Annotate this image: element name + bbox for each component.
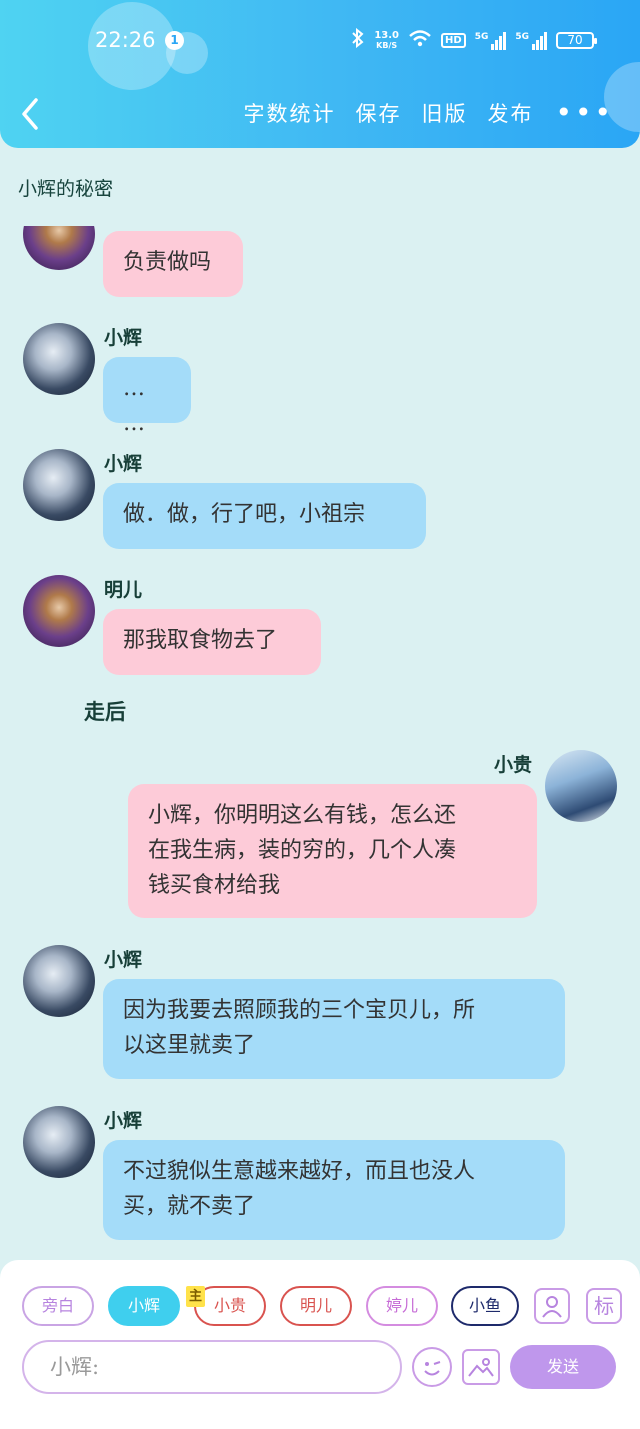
notification-badge: 1 [165, 31, 184, 50]
bluetooth-icon [351, 27, 365, 53]
sim2-label: 5G [515, 31, 529, 42]
back-button[interactable] [18, 96, 54, 132]
person-icon[interactable] [534, 1288, 570, 1324]
old-version-button[interactable]: 旧版 [421, 98, 467, 128]
message-bubble[interactable]: 负责做吗 [103, 231, 243, 297]
status-icons: 13.0 KB/S HD 5G 5G 70 [351, 27, 597, 53]
sim1-label: 5G [474, 31, 489, 42]
nav-actions: 字数统计 保存 旧版 发布 ••• [243, 98, 614, 128]
signal-icon: 5G [515, 31, 547, 50]
word-count-button[interactable]: 字数统计 [243, 98, 335, 128]
net-speed-value: 13.0 [374, 29, 400, 41]
avatar-xiaohui[interactable] [23, 945, 95, 1017]
speaker-name: 明儿 [104, 579, 143, 601]
character-chip-xiaohui[interactable]: 小辉 [108, 1286, 180, 1326]
status-bar: 22:26 1 13.0 KB/S HD 5G 5G 70 [0, 22, 640, 62]
message-line: 在我生病，装的穷的，几个人凑 [148, 838, 457, 863]
character-chip-tinger[interactable]: 婷儿 [366, 1286, 438, 1326]
speaker-name: 小辉 [104, 949, 143, 971]
save-button[interactable]: 保存 [355, 98, 401, 128]
message-line: 买，就不卖了 [123, 1194, 256, 1219]
avatar-xiaohui[interactable] [23, 1106, 95, 1178]
message-bubble[interactable]: 不过貌似生意越来越好，而且也没人 买，就不卖了 [103, 1140, 565, 1240]
message-bubble[interactable]: 做．做，行了吧，小祖宗 [103, 483, 426, 549]
network-speed: 13.0 KB/S [374, 29, 400, 51]
avatar-ming[interactable] [23, 575, 95, 647]
top-nav: 字数统计 保存 旧版 发布 ••• [0, 88, 640, 140]
app-header: 22:26 1 13.0 KB/S HD 5G 5G 70 字数统计 保存 旧版… [0, 0, 640, 148]
message-bubble[interactable]: 小辉，你明明这么有钱，怎么还 在我生病，装的穷的，几个人凑 钱买食材给我 [128, 784, 537, 918]
speaker-name: 小辉 [104, 327, 143, 349]
message-bubble[interactable]: … … [103, 357, 191, 436]
signal-icon: 5G [474, 31, 507, 50]
avatar-xiaohui[interactable] [23, 323, 95, 395]
message-line: 钱买食材给我 [148, 873, 281, 898]
wifi-icon [408, 29, 432, 52]
message-bubble[interactable]: 那我取食物去了 [103, 609, 321, 675]
message-line: 小辉，你明明这么有钱，怎么还 [148, 803, 457, 828]
message-bubble[interactable]: 因为我要去照顾我的三个宝贝儿，所 以这里就卖了 [103, 979, 565, 1079]
speaker-name: 小辉 [104, 453, 143, 475]
avatar-xiaohui[interactable] [23, 449, 95, 521]
message-line: 因为我要去照顾我的三个宝贝儿，所 [123, 998, 476, 1023]
send-button[interactable]: 发送 [510, 1345, 616, 1389]
owner-badge: 主 [186, 1286, 205, 1307]
chevron-left-icon [22, 98, 38, 130]
narration-text[interactable]: 走后 [84, 696, 126, 726]
emoji-icon[interactable] [412, 1347, 452, 1387]
publish-button[interactable]: 发布 [487, 98, 533, 128]
net-speed-unit: KB/S [376, 40, 398, 50]
more-icon[interactable]: ••• [555, 99, 614, 127]
story-title-overlay: 小辉的秘密 [18, 178, 114, 200]
speaker-name: 小辉 [104, 1110, 143, 1132]
clock: 22:26 [95, 28, 156, 52]
character-chip-xiaoyu[interactable]: 小鱼 [451, 1286, 519, 1326]
tag-icon[interactable]: 标 [586, 1288, 622, 1324]
image-icon[interactable] [462, 1349, 500, 1385]
message-line: 以这里就卖了 [123, 1033, 256, 1058]
hd-indicator: HD [441, 33, 466, 48]
message-input[interactable]: 小辉: [22, 1340, 402, 1394]
message-line: 不过貌似生意越来越好，而且也没人 [123, 1159, 476, 1184]
character-chip-narrator[interactable]: 旁白 [22, 1286, 94, 1326]
character-chip-minger[interactable]: 明儿 [280, 1286, 352, 1326]
speaker-name: 小贵 [494, 754, 533, 776]
battery-icon: 70 [556, 32, 597, 49]
avatar-xiaogui[interactable] [545, 750, 617, 822]
